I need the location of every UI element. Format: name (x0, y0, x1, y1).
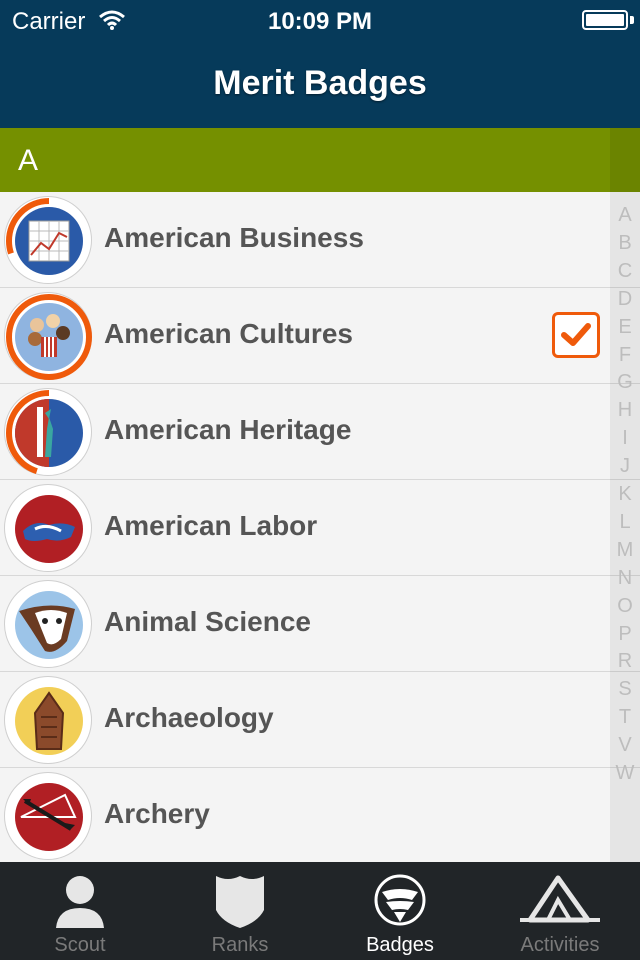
eagle-shield-icon (374, 874, 426, 926)
section-index[interactable]: ABCDEFGHIJKLMNOPRSTVW (610, 192, 640, 862)
section-index-strip (610, 128, 640, 192)
archaeology-badge-icon (4, 676, 92, 764)
tab-activities[interactable]: Activities (480, 862, 640, 960)
list-item[interactable]: American Heritage (0, 384, 640, 480)
labor-badge-icon (4, 484, 92, 572)
tab-label: Ranks (211, 934, 269, 956)
index-letter[interactable]: F (610, 344, 640, 367)
index-letter[interactable]: N (610, 567, 640, 590)
person-icon (56, 876, 104, 928)
app: Carrier 10:09 PM Merit Badges A American… (0, 0, 640, 960)
index-letter[interactable]: V (610, 734, 640, 757)
status-bar: Carrier 10:09 PM (0, 0, 640, 40)
battery-icon (582, 10, 628, 30)
index-letter[interactable]: H (610, 399, 640, 422)
badge-list: American Business American Cultures Amer… (0, 192, 640, 862)
index-letter[interactable]: T (610, 706, 640, 729)
tab-label: Scout (54, 934, 106, 956)
heritage-badge-icon (4, 388, 92, 476)
tab-label: Badges (366, 934, 434, 956)
index-letter[interactable]: J (610, 455, 640, 478)
battery-tip (630, 16, 634, 24)
item-label: American Labor (104, 510, 318, 541)
index-letter[interactable]: B (610, 232, 640, 255)
completed-checkbox[interactable] (552, 312, 600, 358)
index-letter[interactable]: R (610, 650, 640, 673)
index-letter[interactable]: I (610, 427, 640, 450)
list-item[interactable]: American Business (0, 192, 640, 288)
cultures-badge-icon (4, 292, 92, 380)
index-letter[interactable]: G (610, 371, 640, 394)
item-label: Archaeology (104, 702, 274, 733)
list-item[interactable]: Archery (0, 768, 640, 862)
archery-badge-icon (4, 772, 92, 860)
index-letter[interactable]: E (610, 316, 640, 339)
index-letter[interactable]: S (610, 678, 640, 701)
index-letter[interactable]: L (610, 511, 640, 534)
tab-label: Activities (520, 934, 600, 956)
index-letter[interactable]: K (610, 483, 640, 506)
item-label: American Cultures (104, 318, 353, 349)
tab-badges[interactable]: Badges (320, 862, 480, 960)
index-letter[interactable]: A (610, 204, 640, 227)
list-item[interactable]: Archaeology (0, 672, 640, 768)
tab-bar: Scout Ranks Badges Activities (0, 862, 640, 960)
index-letter[interactable]: D (610, 288, 640, 311)
list-item[interactable]: American Labor (0, 480, 640, 576)
status-time: 10:09 PM (267, 8, 373, 35)
tab-ranks[interactable]: Ranks (160, 862, 320, 960)
page-title: Merit Badges (213, 64, 427, 102)
index-letter[interactable]: W (610, 762, 640, 785)
animal-science-badge-icon (4, 580, 92, 668)
shield-icon (216, 876, 264, 928)
index-letter[interactable]: P (610, 623, 640, 646)
tab-scout[interactable]: Scout (0, 862, 160, 960)
top-bar: Carrier 10:09 PM Merit Badges (0, 0, 640, 128)
item-label: American Heritage (104, 414, 352, 445)
tent-icon (520, 875, 600, 923)
index-letter[interactable]: O (610, 595, 640, 618)
section-header: A (0, 128, 640, 192)
business-badge-icon (4, 196, 92, 284)
section-letter: A (18, 144, 39, 177)
index-letter[interactable]: M (610, 539, 640, 562)
index-letter[interactable]: C (610, 260, 640, 283)
item-label: Archery (104, 798, 210, 829)
list-item[interactable]: Animal Science (0, 576, 640, 672)
item-label: American Business (104, 222, 364, 253)
list-item[interactable]: American Cultures (0, 288, 640, 384)
item-label: Animal Science (104, 606, 311, 637)
checkmark-icon (561, 323, 591, 346)
